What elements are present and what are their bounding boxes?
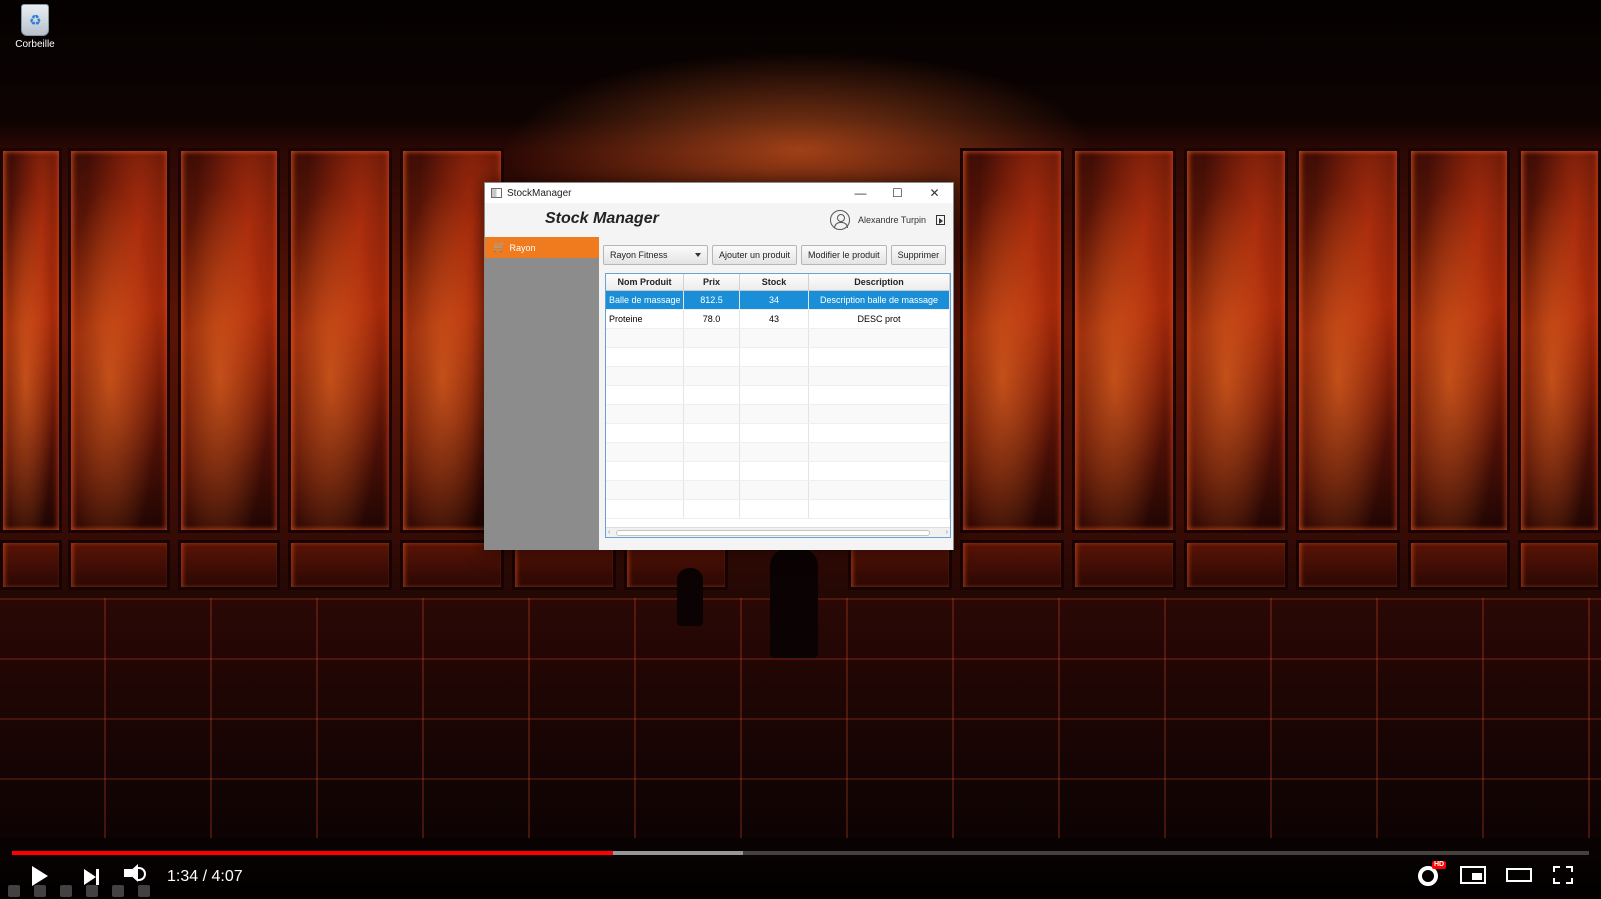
maximize-button[interactable]: ☐: [879, 183, 916, 203]
rayon-select[interactable]: Rayon Fitness: [603, 245, 708, 265]
close-button[interactable]: ✕: [916, 183, 953, 203]
table-header: Nom Produit Prix Stock Description: [606, 274, 950, 291]
sidebar: 🛒 Rayon: [485, 237, 599, 550]
user-name: Alexandre Turpin: [857, 215, 926, 225]
toolbar: Rayon Fitness Ajouter un produit Modifie…: [603, 245, 947, 265]
task-view-icon: [60, 885, 72, 897]
chevron-down-icon: [695, 253, 701, 257]
glass-panel: [178, 148, 280, 533]
add-product-button[interactable]: Ajouter un produit: [712, 245, 798, 265]
column-header-description[interactable]: Description: [809, 274, 950, 290]
empty-row: [606, 405, 950, 424]
lower-pane: [288, 540, 392, 590]
glass-panel: [1408, 148, 1510, 533]
glass-panel: [1184, 148, 1288, 533]
minimize-button[interactable]: —: [842, 183, 879, 203]
explorer-icon: [86, 885, 98, 897]
scrollbar-thumb[interactable]: [616, 530, 930, 536]
lower-pane: [0, 540, 62, 590]
glass-panel: [68, 148, 170, 533]
theater-mode-icon[interactable]: [1506, 868, 1532, 882]
app-window-icon: [491, 188, 502, 198]
cell-name: Balle de massage: [606, 291, 684, 309]
glass-panel: [1518, 148, 1601, 533]
lower-pane: [1072, 540, 1176, 590]
sidebar-item-label: Rayon: [509, 242, 536, 253]
lower-pane: [1296, 540, 1400, 590]
cell-description: Description balle de massage: [809, 291, 950, 309]
video-progress-bar[interactable]: [12, 851, 1589, 855]
cell-description: DESC prot: [809, 310, 950, 328]
column-header-stock[interactable]: Stock: [740, 274, 809, 290]
main-panel: Rayon Fitness Ajouter un produit Modifie…: [599, 237, 953, 550]
search-icon: [34, 885, 46, 897]
windows-taskbar: [0, 883, 1601, 899]
silhouette-figure: [770, 548, 818, 658]
window-controls: — ☐ ✕: [842, 183, 953, 203]
app-header: Stock Manager Alexandre Turpin: [485, 203, 953, 237]
glass-panel: [1072, 148, 1176, 533]
products-table: Nom Produit Prix Stock Description Balle…: [605, 273, 951, 538]
glass-panel: [1296, 148, 1400, 533]
fullscreen-icon[interactable]: [1553, 866, 1573, 884]
cell-name: Proteine: [606, 310, 684, 328]
table-row[interactable]: Balle de massage 812.5 34 Description ba…: [606, 291, 950, 310]
empty-row: [606, 367, 950, 386]
empty-row: [606, 329, 950, 348]
scroll-right-icon[interactable]: ›: [946, 528, 948, 537]
empty-row: [606, 443, 950, 462]
column-header-name[interactable]: Nom Produit: [606, 274, 684, 290]
cart-icon: 🛒: [493, 242, 506, 253]
glass-panel: [960, 148, 1064, 533]
mail-icon: [112, 885, 124, 897]
table-row[interactable]: Proteine 78.0 43 DESC prot: [606, 310, 950, 329]
window-title: StockManager: [507, 187, 572, 199]
lower-pane: [68, 540, 170, 590]
recycle-bin-label: Corbeille: [15, 39, 55, 50]
app-title: Stock Manager: [545, 210, 659, 227]
recycle-bin-icon: [21, 4, 49, 36]
progress-played: [12, 851, 613, 855]
empty-row: [606, 348, 950, 367]
hd-badge: HD: [1432, 861, 1447, 869]
glass-panel: [0, 148, 62, 533]
lower-pane: [960, 540, 1064, 590]
empty-row: [606, 500, 950, 519]
empty-row: [606, 386, 950, 405]
user-area: Alexandre Turpin: [829, 210, 945, 230]
volume-icon[interactable]: [124, 864, 138, 882]
empty-row: [606, 424, 950, 443]
rayon-select-value: Rayon Fitness: [610, 250, 668, 260]
lower-pane: [178, 540, 280, 590]
lower-pane: [1408, 540, 1510, 590]
empty-row: [606, 481, 950, 500]
app-body: 🛒 Rayon Rayon Fitness Ajouter un produit…: [485, 237, 953, 550]
user-avatar-icon: [829, 210, 850, 230]
sidebar-item-rayon[interactable]: 🛒 Rayon: [485, 237, 599, 258]
glass-panel: [288, 148, 392, 533]
logout-icon[interactable]: [936, 215, 945, 225]
lower-pane: [1184, 540, 1288, 590]
cell-price: 78.0: [684, 310, 740, 328]
start-icon: [8, 885, 20, 897]
recycle-bin-shortcut[interactable]: Corbeille: [10, 4, 60, 50]
horizontal-scrollbar[interactable]: ‹ ›: [606, 527, 950, 537]
miniplayer-icon[interactable]: [1460, 866, 1486, 884]
cell-stock: 43: [740, 310, 809, 328]
browser-icon: [138, 885, 150, 897]
empty-row: [606, 462, 950, 481]
window-titlebar[interactable]: StockManager — ☐ ✕: [485, 183, 953, 203]
delete-button[interactable]: Supprimer: [890, 245, 947, 265]
scroll-left-icon[interactable]: ‹: [608, 528, 610, 537]
stockmanager-window: StockManager — ☐ ✕ Stock Manager Alexand…: [484, 182, 954, 550]
silhouette-cat: [677, 568, 703, 626]
cell-price: 812.5: [684, 291, 740, 309]
column-header-price[interactable]: Prix: [684, 274, 740, 290]
lower-pane: [1518, 540, 1601, 590]
edit-product-button[interactable]: Modifier le produit: [801, 245, 887, 265]
cell-stock: 34: [740, 291, 809, 309]
